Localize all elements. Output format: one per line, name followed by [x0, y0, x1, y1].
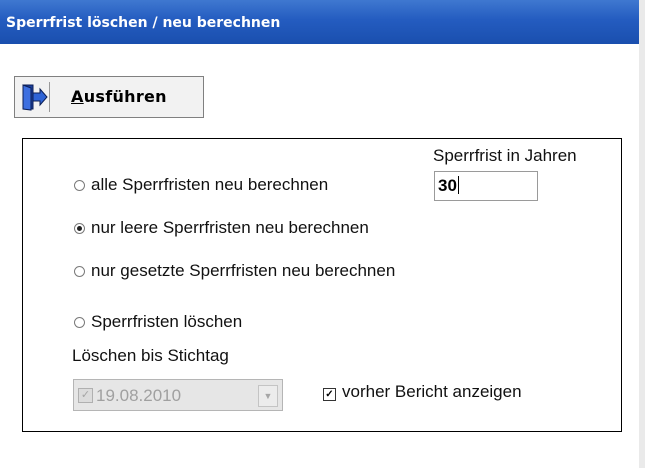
radio-recalc-set-indicator[interactable] [74, 265, 85, 277]
exit-door-icon [19, 82, 50, 112]
show-report-checkbox[interactable]: ✓ [323, 388, 336, 401]
radio-delete-indicator[interactable] [74, 316, 85, 328]
date-dropdown-button[interactable]: ▼ [258, 385, 278, 407]
execute-label: Ausführen [71, 87, 167, 106]
years-label: Sperrfrist in Jahren [433, 146, 577, 165]
radio-recalc-empty[interactable]: nur leere Sperrfristen neu berechnen [74, 218, 369, 238]
radio-recalc-empty-indicator[interactable] [74, 222, 85, 234]
date-picker[interactable]: ✓ 19.08.2010 ▼ [73, 379, 283, 411]
radio-delete-label: Sperrfristen löschen [91, 312, 243, 331]
radio-recalc-empty-label: nur leere Sperrfristen neu berechnen [91, 218, 369, 237]
window-title-bar: Sperrfrist löschen / neu berechnen [0, 0, 639, 44]
delete-until-label: Löschen bis Stichtag [72, 346, 229, 365]
radio-delete[interactable]: Sperrfristen löschen [74, 312, 242, 332]
radio-recalc-all-indicator[interactable] [74, 179, 85, 191]
years-input[interactable]: 30 [434, 171, 538, 201]
date-enable-checkbox[interactable]: ✓ [78, 388, 93, 403]
window-right-edge [639, 0, 645, 468]
show-report-label: vorher Bericht anzeigen [342, 382, 522, 401]
radio-recalc-set[interactable]: nur gesetzte Sperrfristen neu berechnen [74, 261, 395, 281]
radio-recalc-all-label: alle Sperrfristen neu berechnen [91, 175, 329, 194]
execute-button[interactable]: Ausführen [14, 76, 204, 118]
window-title: Sperrfrist löschen / neu berechnen [6, 15, 281, 31]
radio-recalc-all[interactable]: alle Sperrfristen neu berechnen [74, 175, 328, 195]
radio-recalc-set-label: nur gesetzte Sperrfristen neu berechnen [91, 261, 396, 280]
date-value: 19.08.2010 [96, 386, 182, 405]
